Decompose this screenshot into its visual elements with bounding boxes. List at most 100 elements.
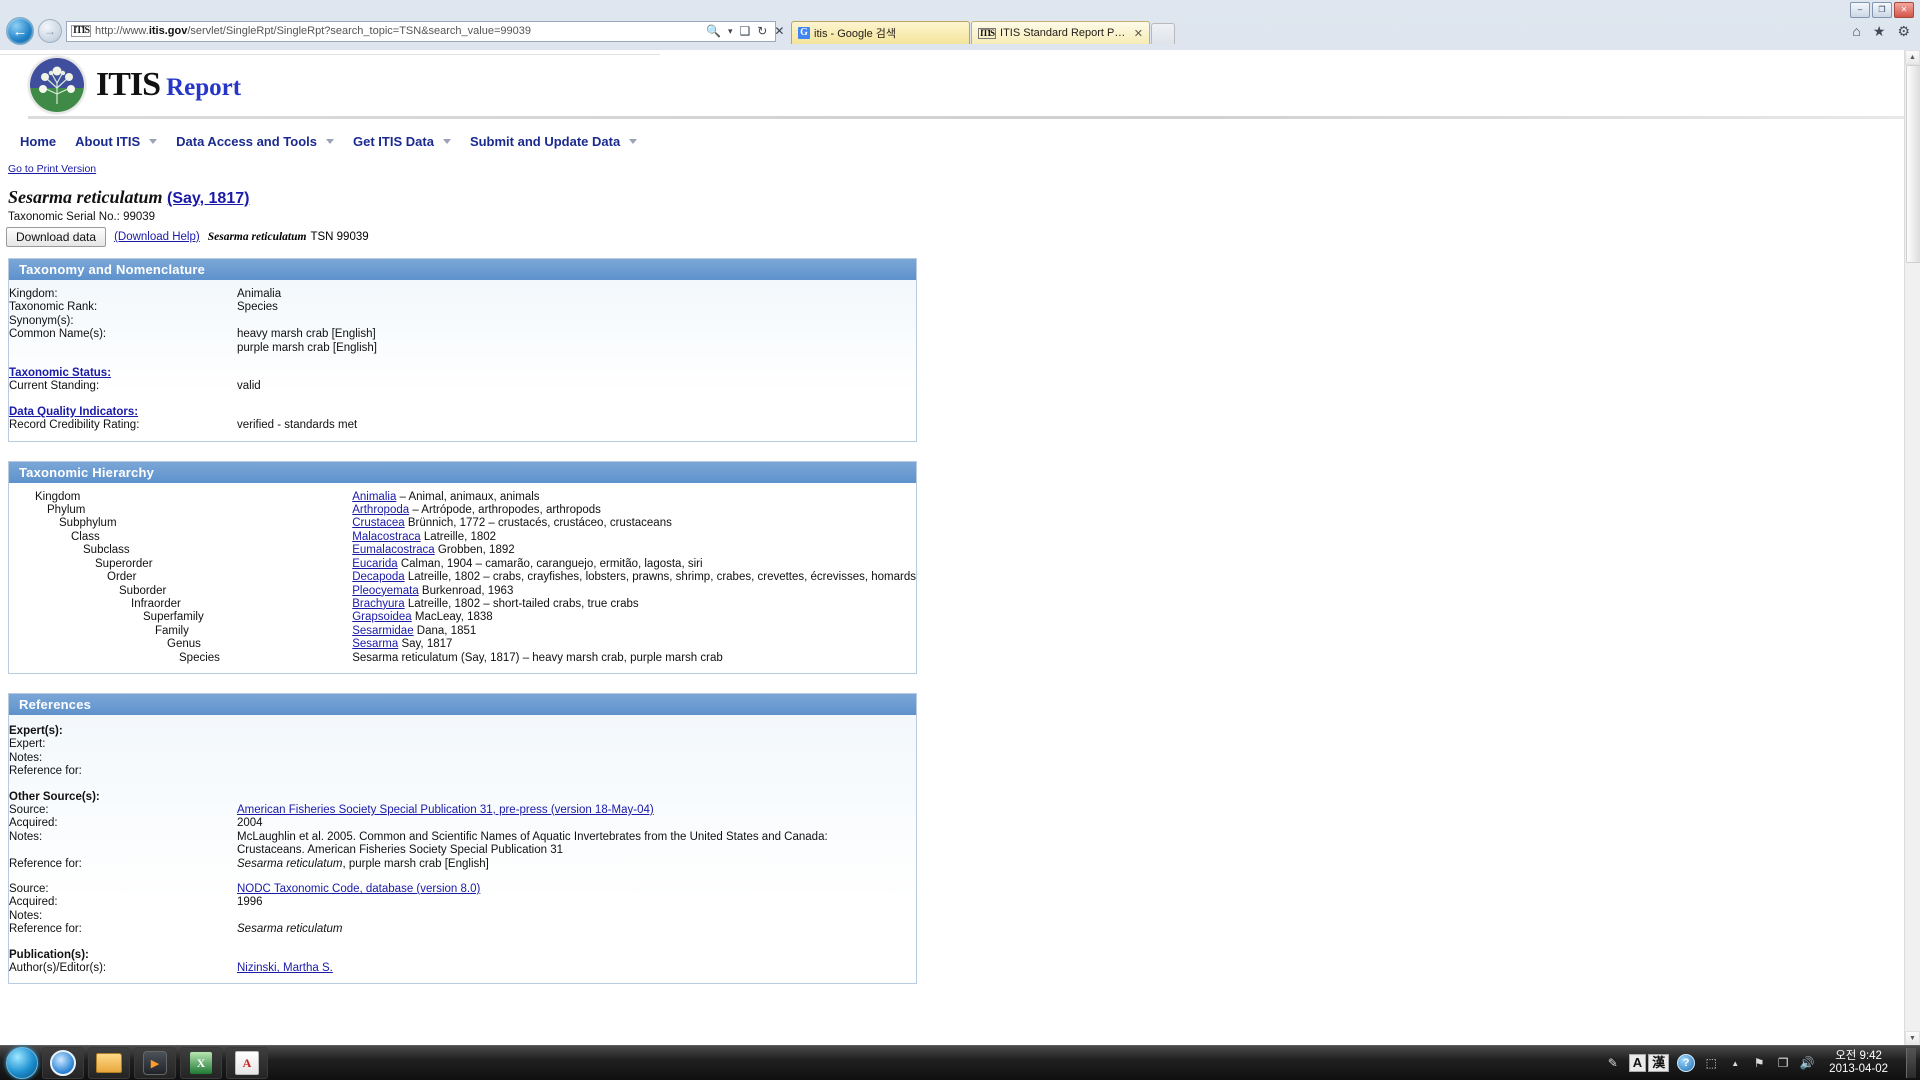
row-value: heavy marsh crab [English] <box>237 328 376 341</box>
table-row: Phylum Arthropoda – Artrópode, arthropode… <box>9 504 916 517</box>
navigation-bar: ← → ITIS http://www.itis.gov/servlet/Sin… <box>0 17 1920 45</box>
taxon-link[interactable]: Decapoda <box>352 571 404 583</box>
excel-icon: X <box>190 1052 212 1074</box>
show-desktop-button[interactable] <box>1906 1048 1916 1078</box>
scroll-up-icon[interactable]: ▲ <box>1905 50 1920 65</box>
maximize-button[interactable]: ❐ <box>1872 2 1892 18</box>
references-table: Expert(s): Expert: Notes: Reference for:… <box>9 725 916 976</box>
scroll-down-icon[interactable]: ▼ <box>1905 1031 1920 1046</box>
table-row: Publication(s): <box>9 949 916 962</box>
ime-hanja-label[interactable]: 漢 <box>1648 1054 1670 1072</box>
network-monitor-icon[interactable]: ❐ <box>1775 1055 1791 1071</box>
reference-for-name: Sesarma reticulatum <box>237 857 343 870</box>
scrollbar-thumb[interactable] <box>1906 65 1920 263</box>
start-button[interactable] <box>6 1047 38 1079</box>
clock[interactable]: 오전 9:42 2013-04-02 <box>1823 1050 1894 1076</box>
taxon-link[interactable]: Sesarma <box>352 638 398 650</box>
taxon-link[interactable]: Eumalacostraca <box>352 544 434 556</box>
taxon-link[interactable]: Crustacea <box>352 517 404 529</box>
download-help-link[interactable]: (Download Help) <box>114 231 200 243</box>
authority-link[interactable]: (Say, 1817) <box>167 190 249 207</box>
taxon-link[interactable]: Animalia <box>352 491 396 503</box>
page-favicon-icon: ITIS <box>71 25 92 37</box>
taxon-link[interactable]: Pleocyemata <box>352 585 418 597</box>
taxon-link[interactable]: Eucarida <box>352 558 397 570</box>
taxonomic-status-link[interactable]: Taxonomic Status: <box>9 367 111 379</box>
tray-overflow-icon[interactable]: ⬚ <box>1703 1055 1719 1071</box>
taskbar-item-media-player[interactable]: ▶ <box>134 1047 176 1079</box>
gear-icon[interactable]: ⚙ <box>1897 23 1910 40</box>
nav-label: About ITIS <box>75 134 141 149</box>
volume-icon[interactable]: 🔊 <box>1799 1055 1815 1071</box>
tab-google-search[interactable]: G itis - Google 검색 <box>791 21 970 44</box>
home-icon[interactable]: ⌂ <box>1852 23 1860 39</box>
tab-itis-report[interactable]: ITIS ITIS Standard Report Page: ... ✕ <box>971 21 1150 44</box>
chevron-down-icon[interactable]: ▾ <box>728 26 733 37</box>
nav-item-about-itis[interactable]: About ITIS <box>75 134 176 149</box>
row-label: Reference for: <box>9 923 82 936</box>
taxon-link[interactable]: Arthropoda <box>352 504 409 516</box>
taxon-rest: Latreille, 1802 – short-tailed crabs, tr… <box>404 597 639 610</box>
row-value <box>237 910 916 923</box>
taxon-link[interactable]: Sesarmidae <box>352 625 413 637</box>
table-row: Reference for: <box>9 765 916 778</box>
stop-icon[interactable]: ✕ <box>774 24 784 38</box>
taxon-link[interactable]: Grapsoidea <box>352 611 411 623</box>
ime-latin-label[interactable]: A <box>1628 1054 1647 1072</box>
download-data-button[interactable]: Download data <box>6 227 107 247</box>
go-to-print-version-link[interactable]: Go to Print Version <box>0 157 96 175</box>
taxon-rest: – Artrópode, arthropodes, arthropods <box>409 504 601 517</box>
window-controls: – ❐ ✕ <box>1850 2 1914 18</box>
table-row: Kingdom Animalia – Animal, animaux, anima… <box>9 491 916 504</box>
taskbar-item-internet-explorer[interactable] <box>42 1047 84 1079</box>
taskbar-item-file-explorer[interactable] <box>88 1047 130 1079</box>
refresh-icon[interactable]: ↻ <box>757 24 767 38</box>
row-value: 2004 <box>237 817 263 830</box>
forward-button[interactable]: → <box>38 19 62 43</box>
taxon-link[interactable]: Malacostraca <box>352 531 420 543</box>
new-tab-button[interactable] <box>1151 23 1175 44</box>
help-icon[interactable]: ? <box>1677 1054 1696 1072</box>
source-link[interactable]: NODC Taxonomic Code, database (version 8… <box>237 883 480 895</box>
compatibility-view-icon[interactable]: ❑ <box>739 24 750 38</box>
taxon-rest: Brünnich, 1772 – crustacés, crustáceo, c… <box>404 517 672 530</box>
minimize-button[interactable]: – <box>1850 2 1870 18</box>
back-button[interactable]: ← <box>6 17 34 45</box>
action-center-flag-icon[interactable]: ⚑ <box>1751 1055 1767 1071</box>
window-titlebar[interactable]: – ❐ ✕ <box>0 0 1920 18</box>
nav-item-data-access-and-tools[interactable]: Data Access and Tools <box>176 134 353 149</box>
data-quality-indicators-link[interactable]: Data Quality Indicators: <box>9 406 138 418</box>
nav-item-get-itis-data[interactable]: Get ITIS Data <box>353 134 470 149</box>
table-row: Notes: McLaughlin et al. 2005. Common and… <box>9 831 916 844</box>
site-logo[interactable]: ITIS Report <box>28 56 241 114</box>
tab-close-icon[interactable]: ✕ <box>1134 27 1143 40</box>
row-label: Common Name(s): <box>9 328 107 341</box>
logo-report-text: Report <box>166 74 242 101</box>
taxon-link[interactable]: Brachyura <box>352 598 404 610</box>
author-link[interactable]: Nizinski, Martha S. <box>237 962 333 974</box>
close-button[interactable]: ✕ <box>1894 2 1914 18</box>
row-label: Synonym(s): <box>9 314 74 327</box>
main-navigation: Home About ITIS Data Access and Tools Ge… <box>0 122 1905 157</box>
favorites-star-icon[interactable]: ★ <box>1873 23 1886 40</box>
table-row: Subphylum Crustacea Brünnich, 1772 – crus… <box>9 517 916 530</box>
row-label: Source: <box>9 883 49 895</box>
panel-taxonomic-hierarchy: Taxonomic Hierarchy Kingdom Animalia – An… <box>8 460 917 674</box>
show-hidden-icons-icon[interactable]: ▲ <box>1727 1055 1743 1071</box>
taskbar-item-pdf-reader[interactable]: A <box>226 1047 268 1079</box>
row-label <box>9 342 237 355</box>
ime-pen-icon[interactable]: ✎ <box>1605 1055 1621 1071</box>
chevron-down-icon <box>629 139 638 144</box>
panel-taxonomy-and-nomenclature: Taxonomy and Nomenclature Kingdom: Anima… <box>8 258 917 442</box>
page-title: Sesarma reticulatum (Say, 1817) <box>0 177 1905 208</box>
taskbar-item-excel[interactable]: X <box>180 1047 222 1079</box>
nav-item-home[interactable]: Home <box>18 134 75 149</box>
source-link[interactable]: American Fisheries Society Special Publi… <box>237 804 654 816</box>
vertical-scrollbar[interactable]: ▲ ▼ <box>1904 50 1920 1046</box>
address-bar[interactable]: ITIS http://www.itis.gov/servlet/SingleR… <box>66 20 776 42</box>
ime-indicator[interactable]: A 漢 <box>1628 1054 1670 1072</box>
rank-label: Subphylum <box>59 517 117 530</box>
search-icon[interactable]: 🔍 <box>706 24 721 38</box>
browser-window: – ❐ ✕ ← → ITIS http://www.itis.gov/servl… <box>0 0 1920 1046</box>
nav-item-submit-and-update-data[interactable]: Submit and Update Data <box>470 134 656 149</box>
